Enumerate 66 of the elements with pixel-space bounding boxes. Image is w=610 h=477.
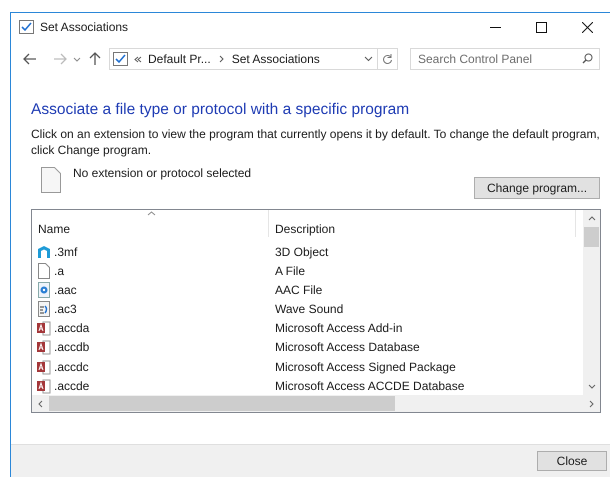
up-arrow-icon[interactable]: [89, 52, 101, 66]
breadcrumb-item[interactable]: Default Pr...: [148, 50, 211, 68]
address-bar[interactable]: Default Pr... Set Associations: [109, 48, 398, 70]
file-type-row[interactable]: .aac AAC File: [32, 280, 583, 300]
file-type-row[interactable]: .3mf 3D Object: [32, 242, 583, 262]
horizontal-scrollbar[interactable]: [32, 395, 600, 412]
column-header[interactable]: Name: [32, 210, 269, 238]
column-header[interactable]: Description: [269, 210, 576, 238]
file-type-row[interactable]: .accde Microsoft Access ACCDE Database: [32, 376, 583, 396]
close-button[interactable]: Close: [537, 451, 607, 471]
selection-label: No extension or protocol selected: [73, 165, 252, 182]
checklist-icon: [19, 20, 34, 34]
description-text: Click on an extension to view the program that currently opens it by default. To change the default program, click Change program.: [31, 126, 601, 158]
close-icon[interactable]: [582, 22, 592, 32]
search-field[interactable]: Search Control Panel: [410, 48, 600, 70]
database-file-icon: [36, 320, 52, 336]
file-icon: [37, 262, 51, 279]
file-type-row[interactable]: .a A File: [32, 261, 583, 280]
chevron-right-icon: [218, 55, 224, 63]
vertical-scrollbar[interactable]: [583, 210, 600, 396]
scroll-right-icon[interactable]: [589, 400, 594, 408]
file-type-row[interactable]: .accdc Microsoft Access Signed Package: [32, 356, 583, 376]
description-cell-text: AAC File: [274, 282, 322, 299]
scroll-thumb[interactable]: [49, 396, 395, 412]
refresh-icon[interactable]: [382, 53, 393, 65]
scroll-up-icon[interactable]: [588, 216, 596, 222]
scroll-down-icon[interactable]: [588, 384, 596, 390]
checklist-icon: [113, 52, 128, 66]
extension-cell-text: .ac3: [54, 301, 77, 318]
file-type-row[interactable]: .accdb Microsoft Access Database: [32, 338, 583, 357]
extension-cell-text: .accdb: [54, 339, 90, 356]
extension-cell-text: .aac: [54, 282, 77, 299]
database-file-icon: [36, 339, 52, 356]
double-chevron-icon: [134, 56, 142, 62]
database-file-icon: [36, 358, 52, 375]
minimize-icon[interactable]: [490, 26, 500, 28]
file-type-row[interactable]: .ac3 Wave Sound: [32, 300, 583, 319]
extension-cell-text: .accda: [54, 320, 90, 338]
description-cell-text: Wave Sound: [274, 301, 344, 318]
chevron-down-icon[interactable]: [364, 56, 373, 62]
extension-cell-text: .a: [54, 262, 64, 280]
breadcrumb-item[interactable]: Set Associations: [232, 50, 320, 68]
database-file-icon: [36, 378, 52, 394]
scroll-thumb[interactable]: [584, 227, 599, 248]
description-cell-text: Microsoft Access ACCDE Database: [274, 378, 464, 395]
scroll-left-icon[interactable]: [38, 400, 43, 408]
extension-cell-text: .accde: [54, 378, 90, 395]
description-cell-text: Microsoft Access Database: [274, 339, 420, 356]
description-cell-text: Microsoft Access Signed Package: [274, 358, 456, 376]
extension-cell-text: .accdc: [54, 358, 89, 376]
file-icon: [41, 167, 61, 194]
page-heading: Associate a file type or protocol with a specific program: [31, 100, 410, 120]
chevron-down-icon[interactable]: [73, 56, 81, 62]
cube-icon: [37, 244, 51, 259]
back-arrow-icon[interactable]: [23, 53, 37, 65]
change-program-button[interactable]: Change program...: [474, 177, 600, 200]
description-cell-text: A File: [274, 262, 306, 280]
description-cell-text: 3D Object: [274, 244, 328, 261]
extension-cell-text: .3mf: [54, 244, 78, 261]
search-icon: [582, 53, 593, 64]
sound-file-icon: [37, 301, 51, 318]
maximize-icon[interactable]: [536, 22, 546, 32]
file-type-row[interactable]: .accda Microsoft Access Add-in: [32, 318, 583, 338]
window-title: Set Associations: [40, 19, 128, 36]
audio-file-icon: [37, 282, 51, 298]
description-cell-text: Microsoft Access Add-in: [274, 320, 402, 338]
